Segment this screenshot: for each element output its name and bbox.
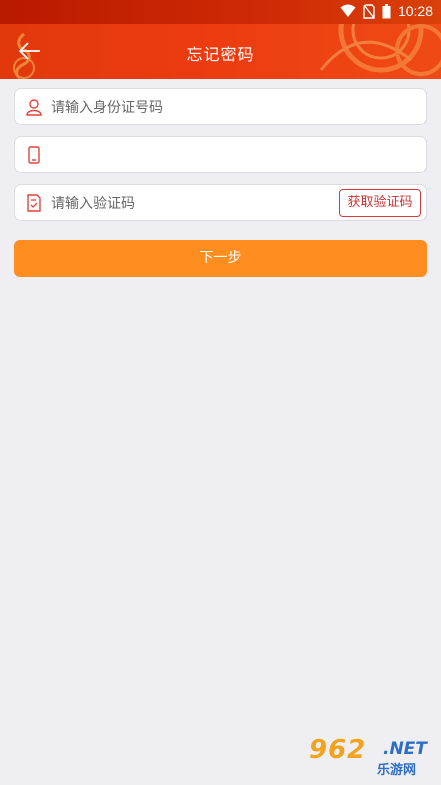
user-icon: [26, 99, 42, 116]
watermark-suffix: .NET: [383, 739, 427, 759]
next-step-button[interactable]: 下一步: [14, 240, 427, 277]
phone-field[interactable]: [14, 136, 427, 174]
phone-icon: [28, 146, 40, 164]
battery-icon: [382, 3, 391, 18]
verification-code-field[interactable]: 获取验证码: [14, 184, 427, 222]
site-watermark: 962 .NET 乐游网: [305, 735, 435, 779]
status-icons: 10:28: [340, 3, 433, 19]
status-time: 10:28: [397, 3, 433, 19]
page-title: 忘记密码: [186, 45, 255, 64]
id-number-input[interactable]: [49, 89, 343, 126]
no-sim-icon: [363, 3, 375, 19]
phone-input[interactable]: [49, 137, 343, 174]
verification-code-input[interactable]: [49, 185, 303, 222]
code-check-icon: [27, 194, 41, 212]
watermark-site: 乐游网: [377, 763, 417, 778]
watermark-number: 962: [309, 735, 367, 765]
id-number-field[interactable]: [14, 88, 427, 126]
status-bar: 10:28: [0, 0, 441, 24]
get-code-button[interactable]: 获取验证码: [339, 189, 421, 217]
app-header: 忘记密码: [0, 24, 441, 79]
wifi-icon: [340, 4, 356, 17]
